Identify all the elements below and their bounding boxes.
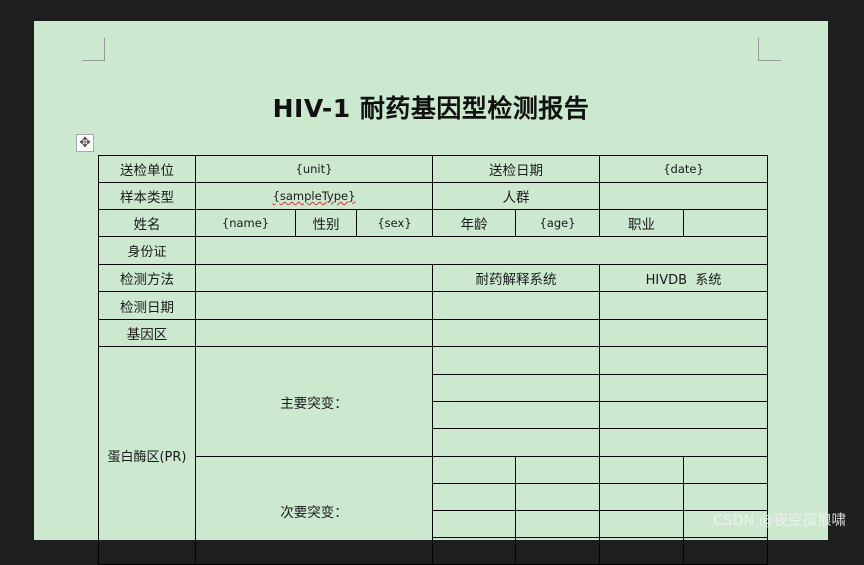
minor-mutation-cell[interactable] xyxy=(515,537,600,565)
table-row: 样本类型 {sampleType} 人群 xyxy=(98,182,769,210)
age-value[interactable]: {age} xyxy=(515,209,600,237)
major-mutation-cell[interactable] xyxy=(432,346,600,375)
minor-mutation-cell[interactable] xyxy=(682,537,769,565)
table-row: 蛋白酶区(PR) 主要突变： xyxy=(98,346,769,565)
gene-region-value[interactable] xyxy=(195,319,433,347)
minor-mutation-cell[interactable] xyxy=(515,510,600,538)
major-mutation-cell[interactable] xyxy=(432,401,600,429)
table-row: 次要突变： xyxy=(99,456,769,565)
minor-mutation-cell[interactable] xyxy=(432,483,516,511)
major-mutation-cell[interactable] xyxy=(598,428,769,457)
minor-mutation-cell[interactable] xyxy=(682,456,769,484)
minor-mutation-cell[interactable] xyxy=(432,510,516,538)
unit-label: 送检单位 xyxy=(98,155,196,183)
minor-mutation-cell[interactable] xyxy=(599,510,684,538)
sample-type-value: {sampleType} xyxy=(272,189,356,203)
minor-mutation-cell[interactable] xyxy=(682,483,769,511)
test-date-label: 检测日期 xyxy=(98,291,196,320)
sex-value[interactable]: {sex} xyxy=(356,209,433,237)
test-date-extra-2[interactable] xyxy=(598,291,769,320)
method-label: 检测方法 xyxy=(98,264,196,292)
gene-region-label: 基因区 xyxy=(98,319,196,347)
age-label: 年龄 xyxy=(432,209,516,237)
major-mutation-cell[interactable] xyxy=(432,374,600,402)
system-value[interactable]: HIVDB 系统 xyxy=(598,264,769,292)
watermark-text: CSDN @夜空孤狼啸 xyxy=(713,513,846,529)
report-table: 送检单位 {unit} 送检日期 {date} 样本类型 {sampleType… xyxy=(98,155,769,565)
system-label: 耐药解释系统 xyxy=(432,264,600,292)
id-card-value[interactable] xyxy=(194,236,769,265)
name-value[interactable]: {name} xyxy=(195,209,296,237)
table-row: 检测方法 耐药解释系统 HIVDB 系统 xyxy=(98,264,769,292)
unit-value[interactable]: {unit} xyxy=(195,155,433,183)
gene-region-extra-1[interactable] xyxy=(432,319,600,347)
minor-mutation-cell[interactable] xyxy=(599,537,684,565)
table-row: 基因区 xyxy=(98,319,769,347)
crowd-label: 人群 xyxy=(432,182,600,210)
job-label: 职业 xyxy=(599,209,684,237)
table-row: 检测日期 xyxy=(98,291,769,320)
name-label: 姓名 xyxy=(98,209,196,237)
sample-type-value-cell[interactable]: {sampleType} xyxy=(195,182,433,210)
major-mutation-cell[interactable] xyxy=(598,374,769,402)
major-mutation-cell[interactable] xyxy=(598,401,769,429)
document-page: HIV-1 耐药基因型检测报告 ✥ 送检单位 {unit} 送检日期 {date… xyxy=(34,21,828,565)
test-date-value[interactable] xyxy=(195,291,433,320)
minor-mutation-cell[interactable] xyxy=(432,537,516,565)
report-title: HIV-1 耐药基因型检测报告 xyxy=(272,94,590,123)
table-row: 姓名 {name} 性别 {sex} 年龄 {age} 职业 xyxy=(98,209,769,237)
crowd-value[interactable] xyxy=(598,182,769,210)
job-value[interactable] xyxy=(682,209,769,237)
table-row: 身份证 xyxy=(98,236,769,265)
sample-type-label: 样本类型 xyxy=(98,182,196,210)
minor-mutation-cell[interactable] xyxy=(599,483,684,511)
test-date-extra-1[interactable] xyxy=(432,291,600,320)
date-value[interactable]: {date} xyxy=(598,155,769,183)
pr-region-label: 蛋白酶区(PR) xyxy=(98,346,196,565)
major-mutation-cell[interactable] xyxy=(432,428,600,457)
table-move-handle-icon[interactable]: ✥ xyxy=(76,134,94,152)
gene-region-extra-2[interactable] xyxy=(598,319,769,347)
sex-label: 性别 xyxy=(295,209,357,237)
id-card-label: 身份证 xyxy=(98,236,196,265)
major-mutation-label: 主要突变： xyxy=(195,346,433,457)
minor-mutation-cell[interactable] xyxy=(515,483,600,511)
margin-corner-top-right xyxy=(758,38,781,61)
method-value[interactable] xyxy=(195,264,433,292)
date-label: 送检日期 xyxy=(432,155,600,183)
minor-mutation-cell[interactable] xyxy=(515,456,600,484)
minor-mutation-cell[interactable] xyxy=(432,456,516,484)
minor-mutation-label: 次要突变： xyxy=(195,456,433,565)
major-mutation-cell[interactable] xyxy=(598,346,769,375)
table-row: 送检单位 {unit} 送检日期 {date} xyxy=(98,155,769,183)
margin-corner-top-left xyxy=(82,38,105,61)
minor-mutation-cell[interactable] xyxy=(599,456,684,484)
